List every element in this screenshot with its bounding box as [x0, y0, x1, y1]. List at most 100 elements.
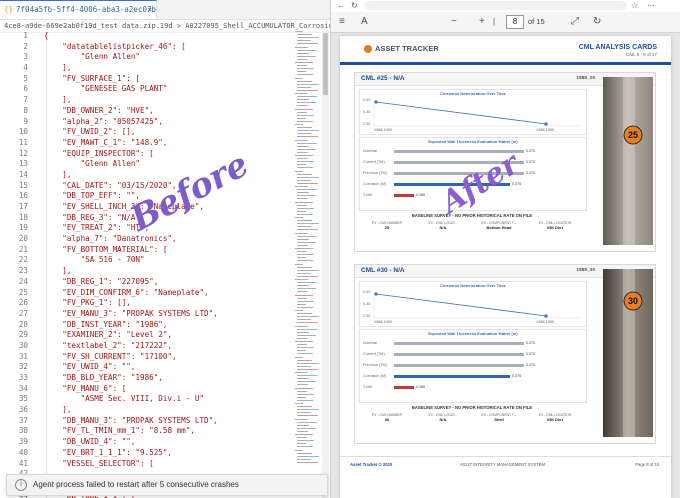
editor-tab[interactable]: {}7f04a5fb-5ff4-4006-aba3-a2ec07becb64.j…: [0, 0, 157, 19]
code-line[interactable]: 34 "FV_MANU_6": [: [0, 384, 330, 395]
line-text[interactable]: "SA 516 - 70N": [44, 255, 145, 266]
line-text[interactable]: "DB_OWNER_2": "HVE",: [44, 106, 153, 117]
url-field[interactable]: [365, 1, 627, 10]
line-text[interactable]: "DB_INST_YEAR": "1986",: [44, 320, 167, 331]
line-text[interactable]: ],: [44, 63, 71, 74]
code-line[interactable]: 26 "FV_PKG_1": [],: [0, 298, 330, 309]
code-line[interactable]: 38 "FV_TL_TMIN_mm_1": "8.58 mm",: [0, 426, 330, 437]
code-line[interactable]: 31 "FV_SH_CURRENT": "17100",: [0, 352, 330, 363]
code-line[interactable]: 36 ],: [0, 405, 330, 416]
line-number: 15: [18, 180, 28, 190]
line-text[interactable]: "DB_BLD_YEAR": "1986",: [44, 373, 163, 384]
line-text[interactable]: "datatablelistpicker_46": [: [44, 42, 185, 53]
code-line[interactable]: 35 "ASME Sec. VIII, Div.i - U": [0, 394, 330, 405]
code-line[interactable]: 28 "DB_INST_YEAR": "1986",: [0, 320, 330, 331]
code-line[interactable]: 23 ],: [0, 266, 330, 277]
code-line[interactable]: 30 "textlabel_2": "217222",: [0, 341, 330, 352]
line-text[interactable]: "FV_TL_TMIN_mm_1": "8.58 mm",: [44, 426, 195, 437]
code-line[interactable]: 27 "EV_MANU_3": "PROPAK SYSTEMS LTD",: [0, 309, 330, 320]
code-line[interactable]: 3 "Glenn Allen": [0, 52, 330, 63]
line-text[interactable]: "DB_REG_1": "227095",: [44, 277, 158, 288]
refresh-icon[interactable]: ↻: [351, 1, 358, 10]
read-aloud-icon[interactable]: A: [361, 16, 368, 27]
line-number: 19: [18, 223, 28, 233]
line-text[interactable]: ],: [44, 170, 71, 181]
close-icon[interactable]: ×: [147, 1, 152, 18]
line-text[interactable]: "EQUIP_INSPECTOR": [: [44, 149, 153, 160]
page-number-input[interactable]: 8: [506, 15, 524, 29]
code-line[interactable]: 25 "EV_DIM_CONFIRM_6": "Nameplate",: [0, 288, 330, 299]
code-line[interactable]: 6 "GENESEE GAS PLANT": [0, 84, 330, 95]
line-text[interactable]: "DB_UWID_4": "",: [44, 437, 135, 448]
scroll-thumb[interactable]: [323, 33, 328, 95]
line-text[interactable]: ],: [44, 266, 71, 277]
code-line[interactable]: 21 "FV_BOTTOM_MATERIAL": [: [0, 245, 330, 256]
line-text[interactable]: "FV_MANU_6": [: [44, 384, 126, 395]
line-text[interactable]: "EXAMINER_2": "Level 2",: [44, 330, 172, 341]
line-text[interactable]: "EV_TREAT_2": "HT",: [44, 223, 149, 234]
code-line[interactable]: 32 "EV_UWID_4": "",: [0, 362, 330, 373]
line-text[interactable]: "alpha_2": "05057425",: [44, 117, 163, 128]
code-line[interactable]: 24 "DB_REG_1": "227095",: [0, 277, 330, 288]
code-line[interactable]: 4 ],: [0, 63, 330, 74]
line-text[interactable]: "VESSEL_SELECTOR": [: [44, 459, 153, 470]
code-line[interactable]: 10 "FV_UWID_2": [],: [0, 127, 330, 138]
line-text[interactable]: "EV_UWID_4": "",: [44, 362, 135, 373]
attribute-value: Bottom Head: [486, 225, 512, 230]
favorites-icon[interactable]: ☆: [631, 1, 638, 10]
code-line[interactable]: 1{: [0, 31, 330, 42]
minimap-line: [297, 111, 307, 113]
minimap[interactable]: [294, 31, 320, 471]
line-text[interactable]: "EV_MAWT_C_1": "148.9",: [44, 138, 167, 149]
code-line[interactable]: 20 "alpha_7": "Danatronics",: [0, 234, 330, 245]
zoom-out-icon[interactable]: −: [451, 16, 457, 27]
code-line[interactable]: 2 "datatablelistpicker_46": [: [0, 42, 330, 53]
fit-page-icon[interactable]: ⤢: [571, 16, 579, 27]
rotate-icon[interactable]: ↻: [593, 16, 601, 27]
code-line[interactable]: 13 "Glenn Allen": [0, 159, 330, 170]
line-text[interactable]: "ASME Sec. VIII, Div.i - U": [44, 394, 204, 405]
line-text[interactable]: "textlabel_2": "217222",: [44, 341, 172, 352]
editor-scrollbar[interactable]: [322, 31, 329, 498]
minimap-line: [295, 356, 303, 358]
code-line[interactable]: 14 ],: [0, 170, 330, 181]
line-text[interactable]: ],: [44, 95, 71, 106]
more-icon[interactable]: ⋯: [647, 1, 655, 10]
code-line[interactable]: 7 ],: [0, 95, 330, 106]
zoom-in-icon[interactable]: +: [479, 16, 485, 27]
code-line[interactable]: 8 "DB_OWNER_2": "HVE",: [0, 106, 330, 117]
code-line[interactable]: 40 "EV_BRT_1_1_1": "9.525",: [0, 448, 330, 459]
code-line[interactable]: 37 "DB_MANU_3": "PROPAK SYSTEMS LTD",: [0, 416, 330, 427]
line-text[interactable]: "alpha_7": "Danatronics",: [44, 234, 176, 245]
line-text[interactable]: "FV_UWID_2": [],: [44, 127, 135, 138]
code-line[interactable]: 11 "EV_MAWT_C_1": "148.9",: [0, 138, 330, 149]
line-text[interactable]: "FV_BOTTOM_MATERIAL": [: [44, 245, 167, 256]
line-text[interactable]: "DB_MANU_3": "PROPAK SYSTEMS LTD",: [44, 416, 217, 427]
code-line[interactable]: 12 "EQUIP_INSPECTOR": [: [0, 149, 330, 160]
line-text[interactable]: "FV_SH_CURRENT": "17100",: [44, 352, 176, 363]
code-line[interactable]: 9 "alpha_2": "05057425",: [0, 117, 330, 128]
line-text[interactable]: "Glenn Allen": [44, 52, 140, 63]
back-icon[interactable]: ←: [337, 1, 345, 10]
line-text[interactable]: "GENESEE GAS PLANT": [44, 84, 168, 95]
line-text[interactable]: "FV_SURFACE_1": [: [44, 74, 140, 85]
line-text[interactable]: "Glenn Allen": [44, 159, 140, 170]
minimap-line: [295, 124, 303, 125]
contents-icon[interactable]: ≡: [339, 16, 345, 27]
matrix-row-label: Nominal: [363, 149, 377, 153]
code-line[interactable]: 22 "SA 516 - 70N": [0, 255, 330, 266]
code-lines[interactable]: 1{2 "datatablelistpicker_46": [3 "Glenn …: [0, 31, 330, 498]
code-line[interactable]: 29 "EXAMINER_2": "Level 2",: [0, 330, 330, 341]
code-line[interactable]: 33 "DB_BLD_YEAR": "1986",: [0, 373, 330, 384]
code-line[interactable]: 41 "VESSEL_SELECTOR": [: [0, 459, 330, 470]
code-line[interactable]: 39 "DB_UWID_4": "",: [0, 437, 330, 448]
code-line[interactable]: 5 "FV_SURFACE_1": [: [0, 74, 330, 85]
line-text[interactable]: {: [44, 31, 49, 42]
line-text[interactable]: "EV_MANU_3": "PROPAK SYSTEMS LTD",: [44, 309, 217, 320]
error-toast[interactable]: i Agent process failed to restart after 5…: [6, 474, 328, 496]
line-text[interactable]: "EV_BRT_1_1_1": "9.525",: [44, 448, 172, 459]
line-text[interactable]: "EV_DIM_CONFIRM_6": "Nameplate",: [44, 288, 208, 299]
line-text[interactable]: "DB_TOP_EFF": "",: [44, 191, 140, 202]
line-text[interactable]: ],: [44, 405, 71, 416]
line-text[interactable]: "FV_PKG_1": [],: [44, 298, 131, 309]
